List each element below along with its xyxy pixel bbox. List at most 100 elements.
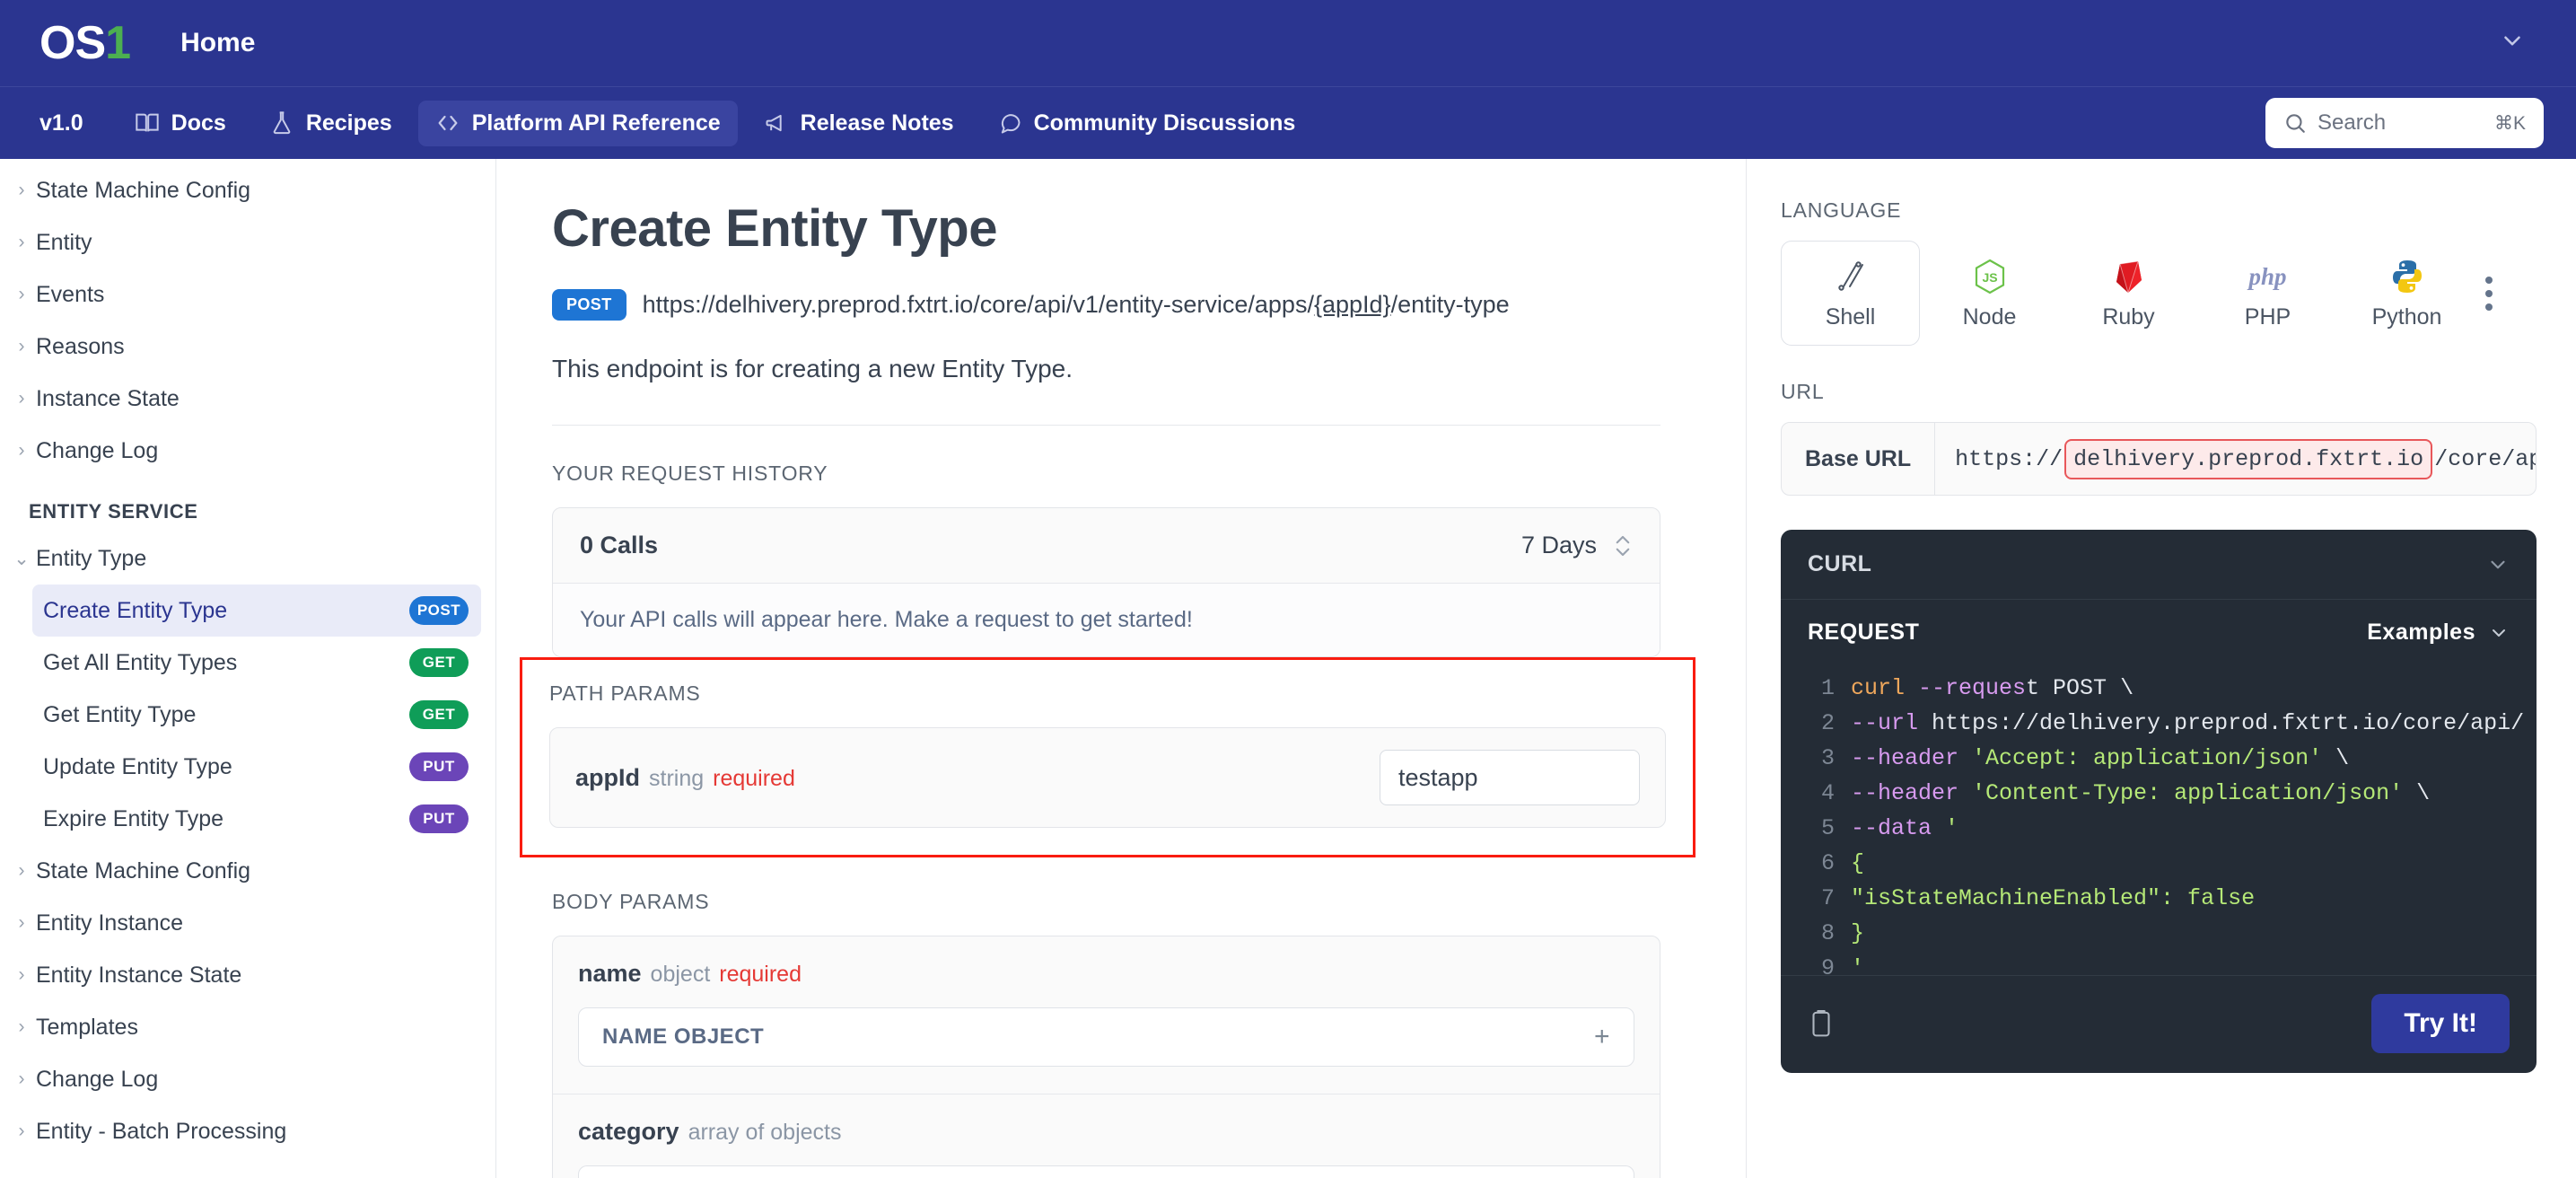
chevron-right-icon: › [18, 964, 25, 985]
body-params-label: BODY PARAMS [552, 890, 710, 913]
code-line-number: 1 [1820, 675, 1835, 701]
sidebar-group-entity-batch-processing[interactable]: › Entity - Batch Processing [0, 1105, 495, 1157]
nav-label: Community Discussions [1033, 110, 1296, 136]
path-param-type: string [649, 765, 705, 791]
language-option-ruby[interactable]: Ruby [2059, 242, 2198, 345]
language-label-text: Python [2371, 304, 2442, 330]
sidebar-item-update-entity-type[interactable]: Update Entity Type PUT [32, 741, 481, 793]
sidebar-group-entity[interactable]: › Entity [0, 216, 495, 268]
sidebar-group-change-log-2[interactable]: › Change Log [0, 1053, 495, 1105]
code-line-number: 8 [1820, 920, 1835, 946]
chevron-right-icon: › [18, 232, 25, 252]
sidebar-endpoint-label: Expire Entity Type [43, 805, 224, 831]
up-down-chevron-icon[interactable] [1613, 532, 1633, 559]
request-history-calls: 0 Calls [580, 532, 659, 558]
body-param-type: object [650, 962, 711, 987]
chevron-down-icon [2488, 622, 2510, 644]
base-url-label: Base URL [1782, 423, 1936, 495]
chevron-right-icon: › [18, 180, 25, 200]
request-history-range-control[interactable]: 7 Days [1521, 532, 1633, 559]
search-input[interactable]: Search ⌘K [2265, 98, 2544, 148]
sidebar-group-events[interactable]: › Events [0, 268, 495, 321]
sidebar-group-entity-type[interactable]: ⌄ Entity Type [0, 532, 495, 585]
os1-logo[interactable]: OS 1 [39, 17, 131, 69]
body-param-required: required [719, 962, 802, 987]
sidebar-group-change-log[interactable]: › Change Log [0, 425, 495, 477]
sidebar-item-create-entity-type[interactable]: Create Entity Type POST [32, 585, 481, 637]
chat-bubble-icon [997, 110, 1022, 136]
language-option-python[interactable]: Python [2337, 242, 2476, 345]
language-option-shell[interactable]: Shell [1781, 241, 1920, 346]
search-shortcut: ⌘K [2493, 112, 2526, 134]
sidebar-group-state-machine-config-2[interactable]: › State Machine Config [0, 845, 495, 897]
page-title: Create Entity Type [552, 199, 997, 258]
section-divider [552, 425, 1660, 426]
path-param-appid-input[interactable]: testapp [1380, 750, 1640, 805]
home-link[interactable]: Home [180, 28, 255, 58]
code-line-number: 2 [1820, 710, 1835, 736]
nav-label: Docs [171, 110, 226, 136]
clipboard-icon[interactable] [1808, 1008, 1835, 1039]
path-params-label: PATH PARAMS [549, 681, 701, 705]
nav-item-community-discussions[interactable]: Community Discussions [980, 101, 1313, 146]
request-history-range: 7 Days [1520, 532, 1597, 558]
body-param-name-meta: name object required [578, 960, 1634, 988]
code-brackets-icon [435, 110, 460, 136]
version-selector[interactable]: v1.0 [39, 110, 83, 136]
ruby-icon [2113, 258, 2145, 295]
sidebar-label: Change Log [36, 437, 159, 463]
search-icon [2283, 111, 2307, 135]
sidebar-label: Instance State [36, 385, 180, 411]
sidebar-group-instance-state[interactable]: › Instance State [0, 373, 495, 425]
body-params-card: name object required NAME OBJECT + categor… [552, 936, 1660, 1178]
nav-label: Platform API Reference [471, 110, 721, 136]
code-line-text: --url https://delhivery.preprod.fxtrt.io… [1851, 710, 2525, 736]
body-param-type: array of objects [688, 1120, 842, 1145]
sidebar-group-entity-instance-state[interactable]: › Entity Instance State [0, 949, 495, 1001]
code-line-text: --data ' [1851, 815, 1959, 841]
nav-item-docs[interactable]: Docs [118, 101, 243, 146]
logo-one-text: 1 [105, 17, 131, 69]
code-sample-body[interactable]: 1 curl --request POST \ 2 --url https://de… [1781, 665, 2537, 975]
flask-icon [269, 110, 294, 136]
chevron-right-icon: › [18, 284, 25, 304]
vertical-dots-icon[interactable] [2485, 276, 2493, 311]
code-line-text: { [1851, 850, 1865, 876]
sidebar-group-entity-instance[interactable]: › Entity Instance [0, 897, 495, 949]
base-url-value[interactable]: https://delhivery.preprod.fxtrt.io/core/… [1935, 423, 2536, 495]
language-option-php[interactable]: php PHP [2198, 242, 2337, 345]
code-line: 7 "isStateMachineEnabled": false [1797, 881, 2537, 916]
nav-item-recipes[interactable]: Recipes [252, 101, 409, 146]
sidebar-label: Entity [36, 229, 92, 255]
chevron-down-icon[interactable] [2499, 28, 2526, 59]
body-param-name: name [578, 960, 642, 987]
language-option-node[interactable]: JS Node [1920, 242, 2059, 345]
code-line: 1 curl --request POST \ [1797, 671, 2537, 706]
sidebar-item-get-all-entity-types[interactable]: Get All Entity Types GET [32, 637, 481, 689]
sidebar-group-templates[interactable]: › Templates [0, 1001, 495, 1053]
sidebar-label: Events [36, 281, 105, 307]
category-object-add-button[interactable] [578, 1165, 1634, 1178]
plus-icon: + [1593, 1022, 1610, 1051]
sidebar-item-get-entity-type[interactable]: Get Entity Type GET [32, 689, 481, 741]
code-line-text: } [1851, 920, 1865, 946]
code-panel-header[interactable]: CURL [1781, 530, 2537, 600]
method-badge-put: PUT [409, 804, 469, 833]
shell-icon [1833, 258, 1869, 295]
base-url-card: Base URL https://delhivery.preprod.fxtrt… [1781, 422, 2537, 496]
code-line-number: 3 [1820, 745, 1835, 771]
code-examples-selector[interactable]: Examples [2367, 620, 2510, 646]
name-object-add-button[interactable]: NAME OBJECT + [578, 1007, 1634, 1067]
nav-item-platform-api-reference[interactable]: Platform API Reference [417, 100, 738, 146]
base-url-host-editable[interactable]: delhivery.preprod.fxtrt.io [2064, 438, 2433, 479]
chevron-down-icon[interactable] [2486, 553, 2510, 576]
path-param-meta: appId string required [575, 764, 795, 792]
sidebar-group-state-machine-config[interactable]: › State Machine Config [0, 164, 495, 216]
code-request-label: REQUEST [1808, 620, 1920, 645]
try-it-button[interactable]: Try It! [2371, 994, 2510, 1053]
nav-item-release-notes[interactable]: Release Notes [747, 101, 971, 146]
language-selector: Shell JS Node Ruby php PHP Python [1781, 241, 2537, 346]
chevron-right-icon: › [18, 1068, 25, 1089]
sidebar-item-expire-entity-type[interactable]: Expire Entity Type PUT [32, 793, 481, 845]
sidebar-group-reasons[interactable]: › Reasons [0, 321, 495, 373]
